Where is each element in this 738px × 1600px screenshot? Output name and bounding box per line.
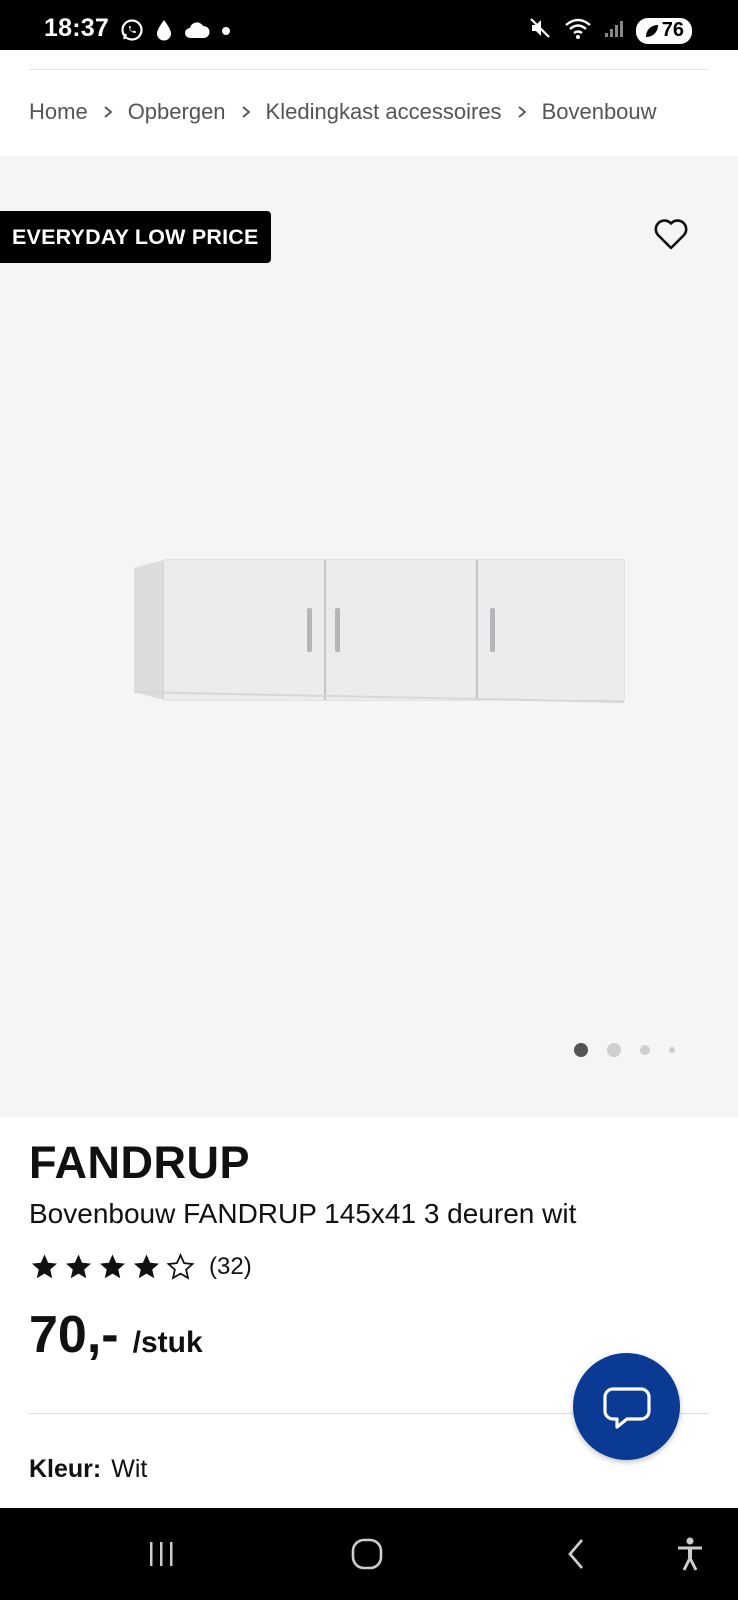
battery-indicator: 76 bbox=[635, 17, 692, 44]
chevron-right-icon bbox=[517, 105, 527, 119]
product-price: 70,- /stuk bbox=[29, 1305, 203, 1365]
product-description: Bovenbouw FANDRUP 145x41 3 deuren wit bbox=[29, 1198, 577, 1229]
status-time: 18:37 bbox=[44, 14, 109, 42]
price-unit: /stuk bbox=[132, 1326, 203, 1359]
breadcrumb-kledingkast-accessoires[interactable]: Kledingkast accessoires bbox=[266, 99, 502, 125]
mute-icon bbox=[528, 16, 552, 45]
breadcrumb: Home Opbergen Kledingkast accessoires Bo… bbox=[29, 96, 657, 128]
recent-apps-button[interactable] bbox=[136, 1508, 186, 1600]
accessibility-button[interactable] bbox=[668, 1508, 712, 1600]
battery-level: 76 bbox=[661, 19, 684, 41]
home-icon bbox=[351, 1538, 383, 1570]
gallery-pagination[interactable] bbox=[574, 1043, 694, 1057]
product-name: FANDRUP bbox=[29, 1137, 251, 1188]
signal-icon bbox=[604, 18, 624, 43]
gallery-dot[interactable] bbox=[669, 1047, 675, 1053]
everyday-low-price-badge: EVERYDAY LOW PRICE bbox=[0, 211, 271, 263]
chat-button[interactable] bbox=[573, 1353, 680, 1460]
status-left-icons bbox=[120, 18, 232, 47]
star-filled-icon bbox=[134, 1254, 159, 1279]
star-filled-icon bbox=[32, 1254, 57, 1279]
gallery-dot[interactable] bbox=[640, 1045, 650, 1055]
system-nav-bar bbox=[0, 1508, 738, 1600]
color-label: Kleur: bbox=[29, 1455, 102, 1483]
recent-apps-icon bbox=[150, 1542, 173, 1566]
star-empty-icon bbox=[166, 1253, 195, 1280]
chat-bubble-icon bbox=[602, 1386, 651, 1429]
accessibility-icon bbox=[678, 1537, 702, 1571]
status-right-icons: 76 bbox=[528, 16, 692, 45]
whatsapp-icon bbox=[120, 18, 144, 47]
product-gallery[interactable]: EVERYDAY LOW PRICE bbox=[0, 156, 738, 1117]
rating-stars bbox=[29, 1252, 196, 1282]
back-button[interactable] bbox=[556, 1508, 596, 1600]
color-value: Wit bbox=[111, 1455, 148, 1483]
chevron-right-icon bbox=[103, 105, 113, 119]
breadcrumb-opbergen[interactable]: Opbergen bbox=[128, 99, 226, 125]
header-divider bbox=[29, 69, 709, 70]
star-filled-icon bbox=[66, 1254, 91, 1279]
review-count[interactable]: (32) bbox=[209, 1253, 252, 1281]
status-bar: 18:37 76 bbox=[0, 0, 738, 50]
leaf-icon bbox=[645, 24, 658, 37]
dot-icon bbox=[220, 24, 232, 42]
heart-icon bbox=[654, 219, 688, 250]
home-button[interactable] bbox=[340, 1508, 394, 1600]
breadcrumb-home[interactable]: Home bbox=[29, 99, 88, 125]
price-value: 70,- bbox=[29, 1306, 119, 1364]
gallery-dot[interactable] bbox=[607, 1043, 621, 1057]
product-image bbox=[133, 559, 625, 703]
chevron-right-icon bbox=[241, 105, 251, 119]
wifi-icon bbox=[564, 16, 592, 45]
favorite-button[interactable] bbox=[651, 214, 691, 254]
product-rating[interactable]: (32) bbox=[29, 1252, 252, 1282]
color-selector[interactable]: Kleur: Wit bbox=[29, 1455, 147, 1484]
breadcrumb-bovenbouw[interactable]: Bovenbouw bbox=[542, 99, 657, 125]
gallery-dot-active[interactable] bbox=[574, 1043, 588, 1057]
star-filled-icon bbox=[100, 1254, 125, 1279]
back-icon bbox=[568, 1539, 584, 1569]
water-drop-icon bbox=[154, 18, 174, 47]
cloud-icon bbox=[184, 19, 210, 46]
